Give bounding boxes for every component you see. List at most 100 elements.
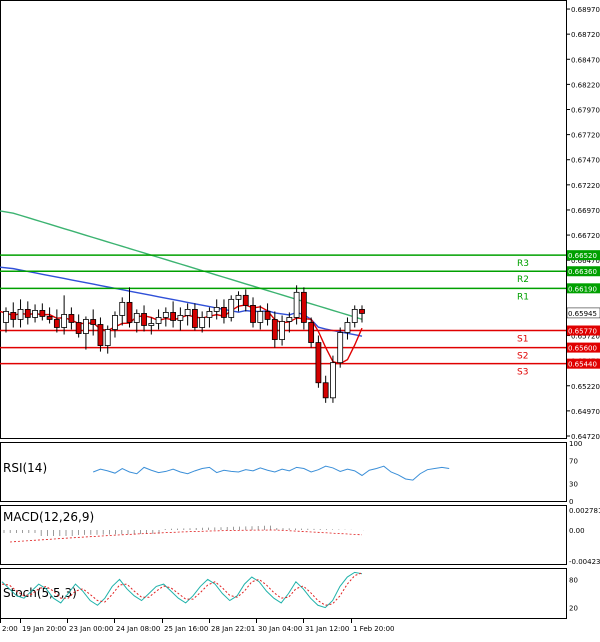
time-tick-label: 31 Jan 12:00 <box>305 625 349 633</box>
forex-chart-window: 0.68970 0.68720 0.68470 0.68220 0.67970 0.677… <box>0 0 600 638</box>
candle-down <box>53 319 60 328</box>
price-tick-label: 0.67720 <box>571 132 600 140</box>
price-tick-label: 0.66970 <box>571 207 600 215</box>
level-label-r2: R2 <box>517 275 529 285</box>
rsi-tick-label: 70 <box>569 457 578 465</box>
level-label-s2: S2 <box>517 352 528 362</box>
candle-up <box>213 307 220 312</box>
rsi-tick-label: 100 <box>569 440 582 448</box>
stoch-panel[interactable] <box>0 568 567 619</box>
time-tick-label: 1 Feb 20:00 <box>353 625 394 633</box>
candle-up <box>83 319 89 334</box>
candle-down <box>24 309 31 318</box>
price-tick-label: 0.68470 <box>571 56 600 64</box>
price-tick-label: 0.66720 <box>571 232 600 240</box>
candle-up <box>351 309 358 323</box>
candle-up <box>3 311 9 323</box>
time-tick-label: 24 Jan 08:00 <box>116 625 160 633</box>
macd-tick-label: -0.004236 <box>569 558 600 566</box>
level-price-value: 0.65600 <box>568 345 597 353</box>
candle-up <box>155 317 162 324</box>
candle-down <box>264 311 271 320</box>
level-label-s1: S1 <box>517 335 528 345</box>
price-tick-label: 0.67970 <box>571 107 600 115</box>
time-tick-label: 23 Jan 00:00 <box>69 625 113 633</box>
candle-down <box>359 309 365 314</box>
candle-up <box>133 313 140 323</box>
candle-up <box>148 323 155 326</box>
candle-up <box>279 321 285 340</box>
candle-down <box>68 314 75 323</box>
main-price-panel[interactable] <box>0 0 567 439</box>
rsi-tick-label: 0 <box>569 498 573 506</box>
panel-frames <box>0 0 567 619</box>
candle-up <box>206 311 213 318</box>
level-price-value: 0.66520 <box>568 252 597 260</box>
level-price-value: 0.66190 <box>568 285 597 293</box>
rsi-plot <box>92 465 450 481</box>
candle-up <box>184 309 191 316</box>
price-tick-label: 0.67220 <box>571 182 600 190</box>
candle-down <box>242 294 249 306</box>
candle-down <box>322 382 329 399</box>
candle-down <box>170 312 177 321</box>
candle-up <box>344 322 351 333</box>
candle-down <box>191 309 198 328</box>
level-price-value: 0.65440 <box>568 361 597 369</box>
price-tick-label: 0.68720 <box>571 31 600 39</box>
candle-down <box>141 313 147 326</box>
price-axis: 0.68970 0.68720 0.68470 0.68220 0.67970 0.677… <box>566 6 600 441</box>
candle-down <box>308 322 315 343</box>
moving-averages <box>0 210 363 365</box>
candle-up <box>104 329 111 346</box>
slow-moving-average <box>0 210 363 320</box>
current-price-marker: 0.65945 <box>566 307 600 319</box>
price-tick-label: 0.68220 <box>571 81 600 89</box>
level-label-r1: R1 <box>517 292 529 302</box>
macd-plot <box>3 525 365 543</box>
indicator-axes: 100 70 30 00.002781 0.00 -0.004236 80 20 <box>569 440 600 613</box>
macd-tick-label: 0.00 <box>569 527 585 535</box>
candle-down <box>271 319 278 340</box>
candle-up <box>235 294 242 300</box>
macd-signal-line <box>9 529 363 543</box>
price-tick-label: 0.65220 <box>571 383 600 391</box>
rsi-panel[interactable] <box>0 442 567 502</box>
level-label-r3: R3 <box>517 259 529 269</box>
rsi-tick-label: 30 <box>569 481 578 489</box>
candle-down <box>300 291 307 323</box>
stoch-tick-label: 80 <box>569 576 578 584</box>
candle-down <box>97 324 104 346</box>
candle-up <box>162 312 169 318</box>
candle-up <box>286 317 293 322</box>
current-price-value: 0.65945 <box>568 310 597 318</box>
candle-up <box>337 332 344 364</box>
price-tick-label: 0.64970 <box>571 408 600 416</box>
red-moving-average <box>0 304 363 365</box>
candle-down <box>46 316 53 320</box>
candle-down <box>126 301 133 323</box>
candle-down <box>75 322 82 334</box>
candle-up <box>330 362 336 399</box>
candle-up <box>228 298 235 318</box>
candle-up <box>293 291 300 318</box>
candle-down <box>10 312 17 320</box>
candle-down <box>90 319 97 325</box>
time-tick-label: 30 Jan 04:00 <box>258 625 302 633</box>
candle-up <box>61 314 68 328</box>
level-price-value: 0.66360 <box>568 268 597 276</box>
candle-up <box>17 309 24 320</box>
price-tick-label: 0.68970 <box>571 6 600 14</box>
chart-canvas: 0.68970 0.68720 0.68470 0.68220 0.67970 0.677… <box>0 0 600 633</box>
candle-up <box>177 315 184 321</box>
candle-down <box>39 310 46 317</box>
time-tick-label: 19 Jan 20:00 <box>22 625 66 633</box>
macd-tick-label: 0.002781 <box>569 507 600 515</box>
macd-label: MACD(12,26,9) <box>3 510 94 524</box>
candle-up <box>119 301 126 316</box>
candle-up <box>32 310 38 318</box>
candle-up <box>112 315 118 330</box>
candle-up <box>257 311 264 323</box>
time-tick-label: 2:00 <box>2 625 18 633</box>
rsi-label: RSI(14) <box>3 461 47 475</box>
